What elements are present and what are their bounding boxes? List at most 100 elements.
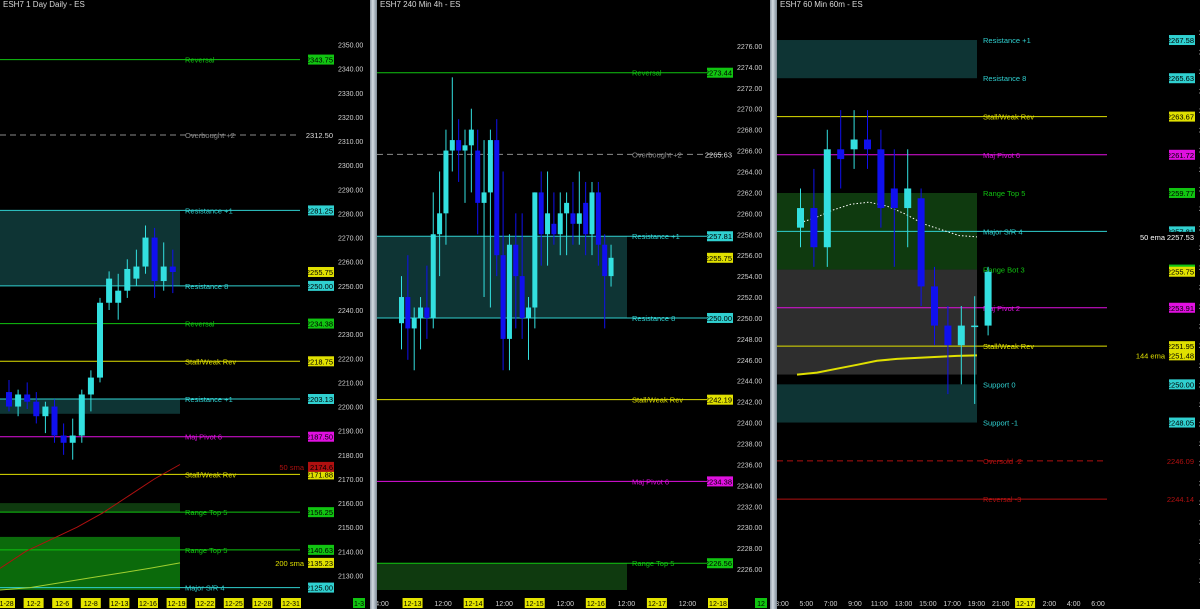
svg-text:2203.13: 2203.13 (306, 395, 333, 404)
level-label: Overbought +2 (185, 131, 235, 140)
level-price-tag: 2261.72 (1167, 149, 1195, 160)
level-price-tag: 2156.25 (306, 507, 334, 518)
x-tick: 5:00 (799, 601, 813, 608)
x-tick: 12-25 (223, 598, 244, 608)
candle (430, 192, 436, 329)
level-price-tag: 2257.81 (705, 231, 733, 242)
panel-divider[interactable] (770, 0, 777, 609)
level-price-tag: 2125.00 (306, 582, 334, 593)
x-tick: 12-8 (80, 598, 101, 608)
candle (823, 129, 831, 267)
svg-text:2250.00: 2250.00 (1167, 380, 1194, 389)
svg-text:2257.53: 2257.53 (1167, 233, 1194, 242)
y-tick-label: 2170.00 (338, 477, 363, 484)
y-tick-label: 2330.00 (338, 91, 363, 98)
y-tick-label: 2268.00 (737, 128, 762, 135)
current-price-tag: 2255.75 (705, 252, 733, 263)
y-tick-label: 2270.00 (737, 107, 762, 114)
candle (456, 119, 462, 182)
x-tick: 4:00 (377, 601, 389, 608)
svg-text:12-16: 12-16 (139, 601, 157, 608)
y-tick-label: 2236.00 (737, 462, 762, 469)
x-tick: 12-6 (52, 598, 73, 608)
y-tick-label: 2256.00 (737, 253, 762, 260)
y-tick-label: 2266.00 (737, 149, 762, 156)
indicator-label: 200 sma 2135.23 (275, 557, 334, 568)
panel-divider[interactable] (370, 0, 377, 609)
indicator-label: 144 ema 2251.48 (1136, 350, 1195, 361)
x-tick: 12:00 (434, 601, 452, 608)
svg-text:2234.38: 2234.38 (705, 477, 732, 486)
level-price-tag: 2250.00 (306, 280, 334, 291)
level-label: Reversal -3 (983, 495, 1021, 504)
candle (519, 213, 525, 339)
chart-title: ESH7 60 Min 60m - ES (780, 0, 863, 9)
svg-text:2156.25: 2156.25 (306, 508, 333, 517)
svg-text:2257.81: 2257.81 (705, 232, 732, 241)
four-hour-chart-panel[interactable]: Reversal 2273.44 Overbought +2 2265.63 Resis… (377, 0, 770, 609)
svg-text:2187.50: 2187.50 (306, 433, 333, 442)
candle (837, 110, 845, 189)
svg-text:11:00: 11:00 (871, 601, 888, 608)
x-tick: 12-14 (463, 598, 484, 608)
svg-text:1-3: 1-3 (354, 601, 364, 608)
level-price-tag: 2267.58 (1167, 35, 1195, 46)
zone-band-0 (777, 40, 977, 79)
level-label: Stall/Weak Rev (983, 113, 1034, 122)
candle (69, 418, 76, 460)
svg-text:144 ema: 144 ema (1136, 351, 1166, 360)
y-tick-label: 2220.00 (338, 356, 363, 363)
level-price-tag: 2273.44 (705, 67, 733, 78)
svg-text:12-18: 12-18 (709, 601, 727, 608)
candle (151, 227, 158, 298)
level-price-tag: 2281.25 (306, 205, 334, 216)
hourly-chart-panel[interactable]: Resistance +1 2267.58 Resistance 8 2265.63 S… (777, 0, 1200, 609)
level-price-tag: 2140.63 (306, 544, 334, 555)
chart-svg: Reversal 2343.75 Overbought +2 2312.50 Resis… (0, 42, 370, 609)
svg-text:2250.00: 2250.00 (306, 282, 333, 291)
level-label: Resistance 8 (185, 282, 228, 291)
svg-text:2234.38: 2234.38 (306, 320, 333, 329)
level-label: Stall/Weak Rev (632, 396, 683, 405)
level-price-tag: 2244.14 (1167, 494, 1195, 505)
x-tick: 4:00 (1067, 601, 1081, 608)
x-tick: 12-16 (138, 598, 158, 608)
x-tick: 3:00 (777, 601, 789, 608)
y-tick-label: 2350.00 (338, 42, 363, 49)
svg-text:2281.25: 2281.25 (306, 206, 333, 215)
level-label: Reversal (185, 320, 215, 329)
x-tick: 12:00 (618, 601, 636, 608)
y-tick-label: 2254.00 (737, 274, 762, 281)
x-tick: 17:00 (943, 601, 961, 608)
svg-text:2135.23: 2135.23 (306, 559, 333, 568)
svg-text:2:00: 2:00 (1043, 601, 1057, 608)
level-price-tag: 2203.13 (306, 393, 334, 404)
y-tick-label: 2300.00 (338, 163, 363, 170)
x-tick: 12-22 (195, 598, 216, 608)
svg-text:9:00: 9:00 (848, 601, 862, 608)
level-label: Resistance +1 (185, 395, 233, 404)
level-price-tag: 2234.38 (306, 318, 334, 329)
x-end-label: 12 (755, 598, 767, 608)
y-tick-label: 2274.00 (737, 65, 762, 72)
y-tick-label: 2248.00 (737, 337, 762, 344)
daily-chart-panel[interactable]: Reversal 2343.75 Overbought +2 2312.50 Resis… (0, 0, 370, 609)
x-tick: 21:00 (992, 601, 1010, 608)
svg-text:12-16: 12-16 (587, 601, 605, 608)
y-tick-label: 2264.00 (737, 169, 762, 176)
svg-text:2244.14: 2244.14 (1167, 495, 1194, 504)
y-tick-label: 2200.00 (338, 405, 363, 412)
svg-text:4:00: 4:00 (377, 601, 389, 608)
y-tick-label: 2240.00 (737, 421, 762, 428)
level-label: Stall/Weak Rev (185, 470, 236, 479)
x-tick: 12-28 (252, 598, 273, 608)
zone-band-2 (777, 269, 977, 375)
chart-svg: Reversal 2273.44 Overbought +2 2265.63 Resis… (377, 44, 770, 609)
level-label: Stall/Weak Rev (185, 357, 236, 366)
candle (97, 297, 103, 383)
svg-text:12-17: 12-17 (1016, 601, 1034, 608)
svg-text:12-2: 12-2 (27, 601, 41, 608)
level-price-tag: 2253.91 (1167, 302, 1195, 313)
candle (468, 108, 474, 193)
chart-title: ESH7 240 Min 4h - ES (380, 0, 461, 9)
